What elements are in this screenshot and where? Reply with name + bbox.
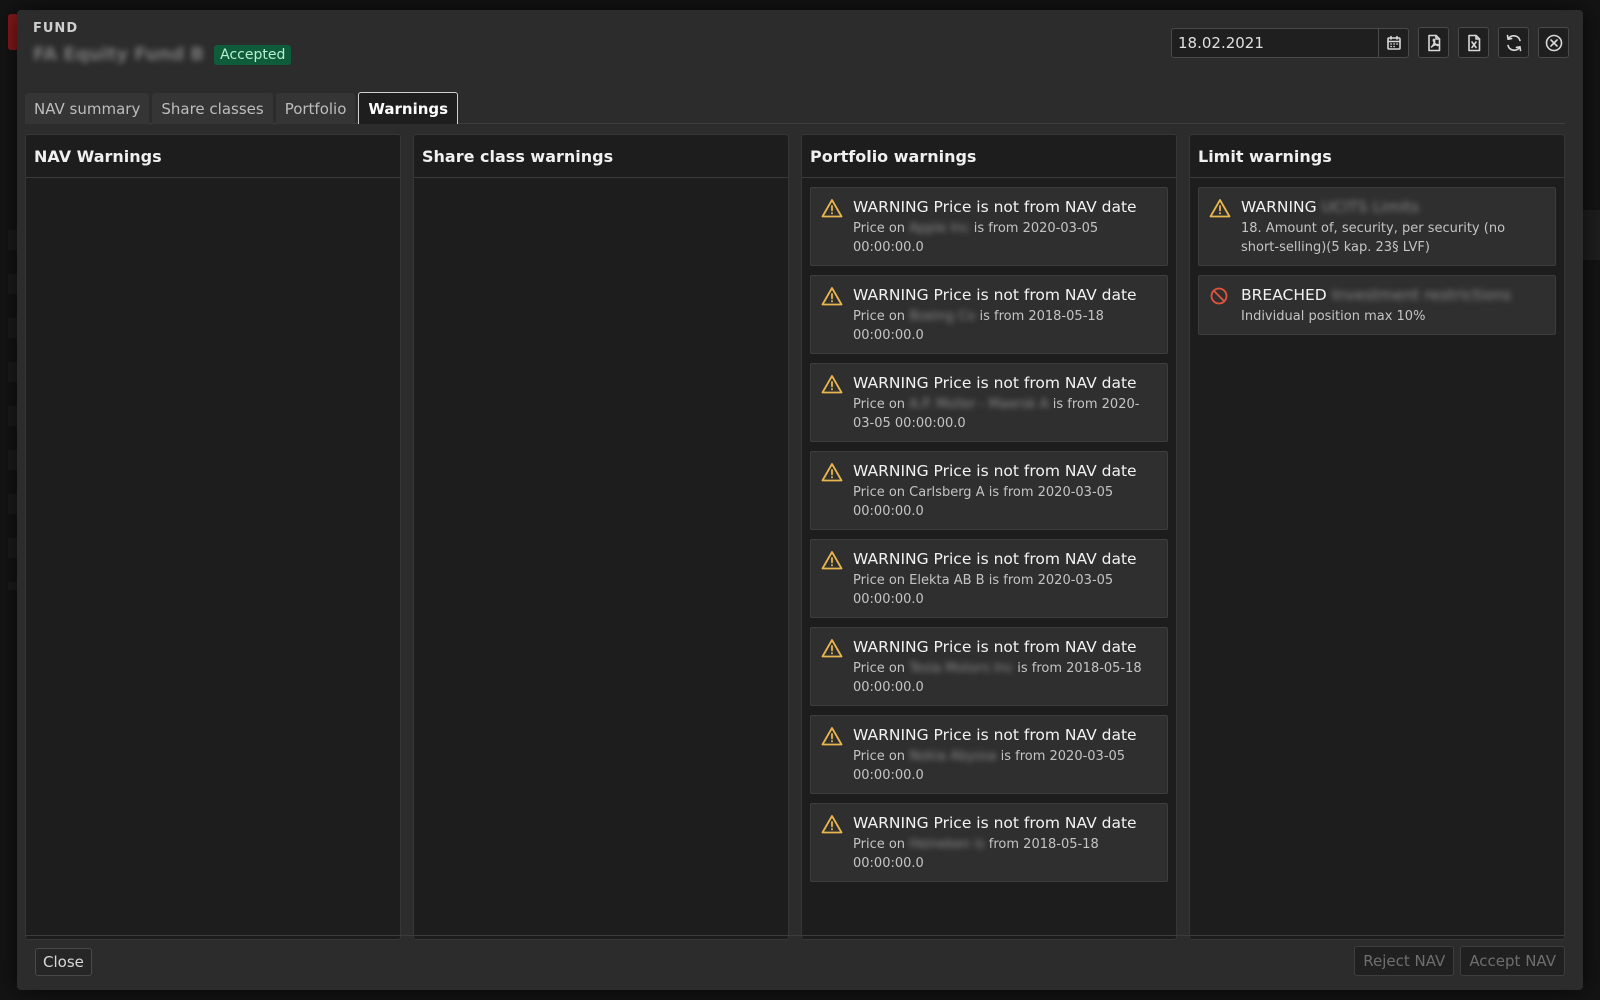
tab-nav-summary[interactable]: NAV summary	[25, 93, 150, 124]
warnings-panels: NAV Warnings Share class warnings Portfo…	[25, 134, 1565, 940]
excel-export-icon	[1467, 34, 1480, 51]
portfolio-warning-card: WARNING Price is not from NAV date Price…	[810, 451, 1168, 530]
warning-icon	[821, 287, 843, 306]
nav-date-field	[1171, 27, 1409, 58]
panel-title: NAV Warnings	[26, 135, 400, 178]
warning-title: WARNING Price is not from NAV date	[853, 638, 1137, 656]
limit-warning-card: WARNING UCITS Limits 18. Amount of, secu…	[1198, 187, 1556, 266]
limit-warning-list: WARNING UCITS Limits 18. Amount of, secu…	[1190, 178, 1564, 344]
warning-title: WARNING Price is not from NAV date	[853, 198, 1137, 216]
warning-detail: Price on Apple Inc is from 2020-03-05 00…	[853, 221, 1099, 255]
warning-detail: Price on A.P. Moller - Maersk A is from …	[853, 397, 1140, 431]
security-name: Heineken is	[909, 837, 985, 852]
portfolio-warning-list: WARNING Price is not from NAV date Price…	[802, 178, 1176, 891]
nav-warnings-panel: NAV Warnings	[25, 134, 401, 940]
tab-bar: NAV summary Share classes Portfolio Warn…	[25, 82, 1565, 124]
panel-title: Limit warnings	[1190, 135, 1564, 178]
warning-detail: Price on Carlsberg A is from 2020-03-05 …	[853, 485, 1114, 519]
refresh-icon	[1506, 34, 1521, 51]
accept-nav-button[interactable]: Accept NAV	[1460, 946, 1565, 976]
security-name: Apple Inc	[909, 221, 970, 236]
close-modal-button[interactable]	[1538, 27, 1569, 58]
limit-name: UCITS Limits	[1321, 198, 1420, 216]
warning-detail: Price on Tesla Motors Inc is from 2018-0…	[853, 661, 1142, 695]
limit-breached-card: BREACHED Investment restrictions Individ…	[1198, 275, 1556, 335]
toolbar	[1171, 27, 1569, 58]
pdf-export-icon	[1427, 34, 1440, 51]
calendar-button[interactable]	[1378, 28, 1408, 57]
share-class-warnings-panel: Share class warnings	[413, 134, 789, 940]
warning-icon	[821, 727, 843, 746]
portfolio-warning-card: WARNING Price is not from NAV date Price…	[810, 539, 1168, 618]
background-app-edge	[1582, 210, 1600, 260]
export-pdf-button[interactable]	[1418, 27, 1449, 58]
footer-actions: Reject NAV Accept NAV	[1354, 946, 1565, 976]
warning-icon	[821, 815, 843, 834]
warning-icon	[821, 375, 843, 394]
warning-title: WARNING Price is not from NAV date	[853, 286, 1137, 304]
warning-title: WARNING Price is not from NAV date	[853, 462, 1137, 480]
refresh-button[interactable]	[1498, 27, 1529, 58]
security-name: Nokia Abyssa	[909, 749, 997, 764]
nav-date-input[interactable]	[1172, 28, 1378, 57]
warning-detail: Price on Boeing Co is from 2018-05-18 00…	[853, 309, 1104, 343]
warning-icon	[821, 199, 843, 218]
portfolio-warning-card: WARNING Price is not from NAV date Price…	[810, 275, 1168, 354]
warning-detail: Price on Nokia Abyssa is from 2020-03-05…	[853, 749, 1126, 783]
limit-title: WARNING UCITS Limits	[1241, 198, 1420, 216]
panel-title: Portfolio warnings	[802, 135, 1176, 178]
warning-title: WARNING Price is not from NAV date	[853, 374, 1137, 392]
prohibited-icon	[1210, 287, 1228, 305]
warning-title: WARNING Price is not from NAV date	[853, 726, 1137, 744]
security-name: A.P. Moller - Maersk A	[909, 397, 1049, 412]
warning-icon	[821, 463, 843, 482]
warning-detail: Price on Elekta AB B is from 2020-03-05 …	[853, 573, 1114, 607]
warning-icon	[1209, 199, 1231, 218]
security-name: Boeing Co	[909, 309, 976, 324]
portfolio-warning-card: WARNING Price is not from NAV date Price…	[810, 363, 1168, 442]
tab-share-classes[interactable]: Share classes	[152, 93, 273, 124]
reject-nav-button[interactable]: Reject NAV	[1354, 946, 1455, 976]
portfolio-warning-card: WARNING Price is not from NAV date Price…	[810, 187, 1168, 266]
portfolio-warning-card: WARNING Price is not from NAV date Price…	[810, 803, 1168, 882]
modal-eyebrow: FUND	[33, 21, 79, 36]
close-button[interactable]: Close	[35, 948, 92, 976]
panel-body	[414, 178, 788, 196]
limit-detail: Individual position max 10%	[1241, 309, 1426, 324]
portfolio-warning-card: WARNING Price is not from NAV date Price…	[810, 715, 1168, 794]
tab-warnings[interactable]: Warnings	[358, 92, 459, 124]
warning-title: WARNING Price is not from NAV date	[853, 814, 1137, 832]
panel-title: Share class warnings	[414, 135, 788, 178]
warning-title: WARNING Price is not from NAV date	[853, 550, 1137, 568]
portfolio-warning-card: WARNING Price is not from NAV date Price…	[810, 627, 1168, 706]
warning-icon	[821, 551, 843, 570]
fund-modal: FUND FA Equity Fund B Accepted 18.02.202…	[17, 10, 1583, 990]
fund-header: FA Equity Fund B Accepted	[33, 44, 292, 65]
limit-detail: 18. Amount of, security, per security (n…	[1241, 221, 1506, 255]
calendar-icon	[1386, 35, 1401, 50]
export-excel-button[interactable]	[1458, 27, 1489, 58]
panel-body	[26, 178, 400, 196]
warning-icon	[821, 639, 843, 658]
close-circle-icon	[1545, 34, 1562, 51]
limit-name: Investment restrictions	[1331, 286, 1512, 304]
tab-portfolio[interactable]: Portfolio	[275, 93, 356, 124]
security-name: Tesla Motors Inc	[909, 661, 1014, 676]
fund-name: FA Equity Fund B	[33, 44, 205, 65]
limit-warnings-panel: Limit warnings WARNING UCITS Limits 18. …	[1189, 134, 1565, 940]
portfolio-warnings-panel: Portfolio warnings WARNING Price is not …	[801, 134, 1177, 940]
status-badge: Accepted	[214, 44, 292, 65]
warning-detail: Price on Heineken is from 2018-05-18 00:…	[853, 837, 1099, 871]
limit-title: BREACHED Investment restrictions	[1241, 286, 1512, 304]
modal-footer: Close Reject NAV Accept NAV	[25, 935, 1565, 985]
